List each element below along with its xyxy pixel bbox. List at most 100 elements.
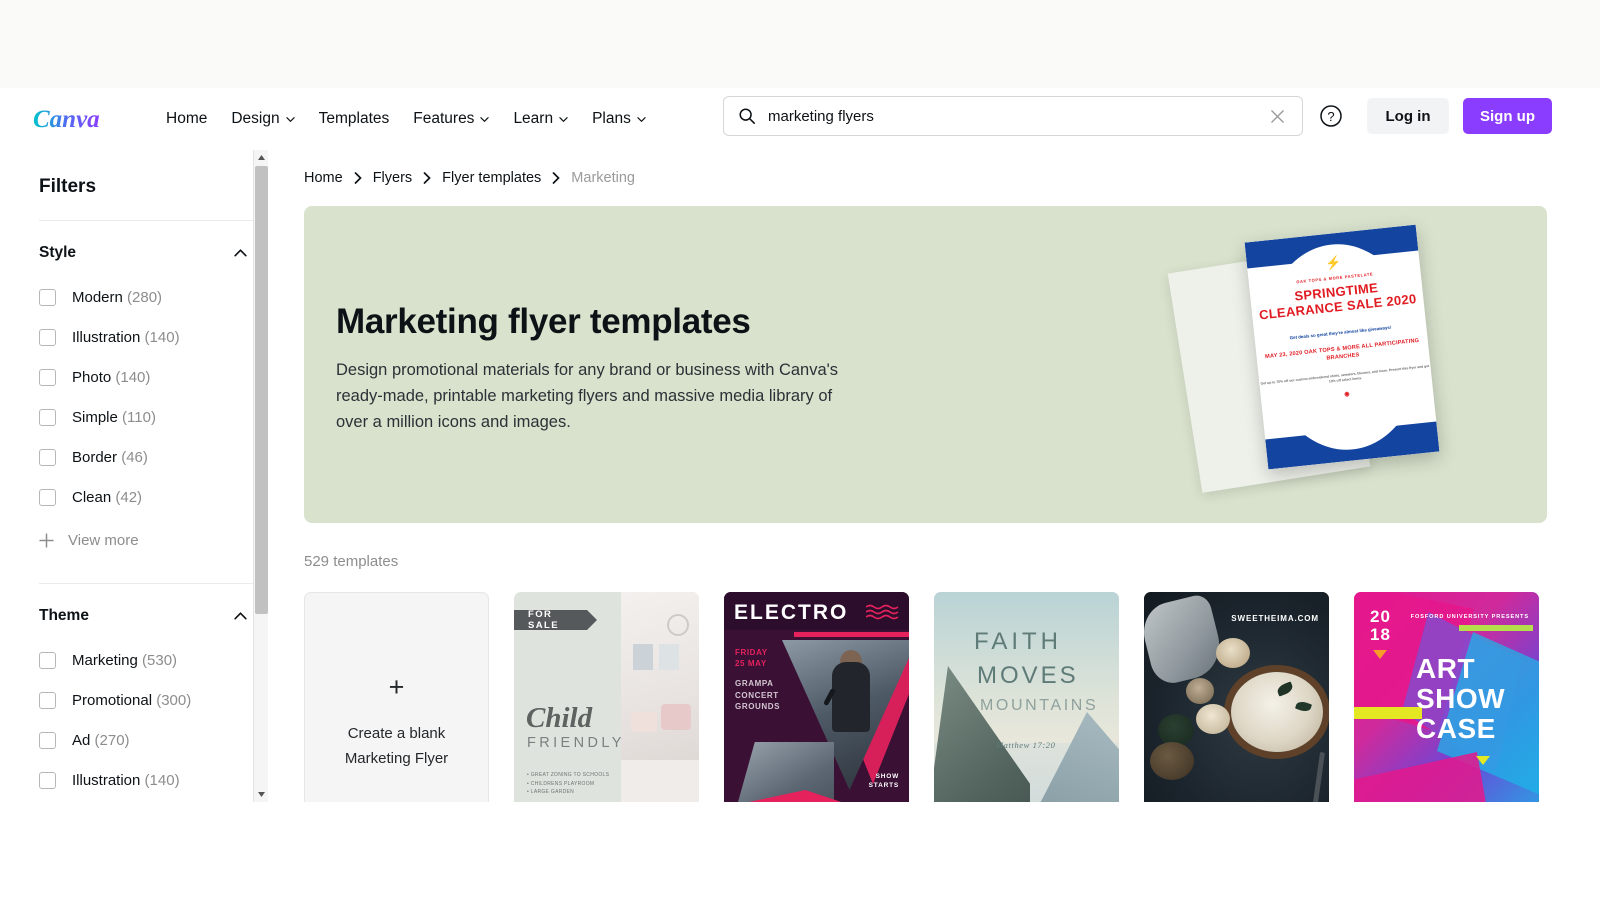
filter-name: Modern bbox=[72, 288, 123, 306]
card-title-line3: MOUNTAINS bbox=[980, 697, 1099, 714]
triangle-icon bbox=[1476, 756, 1490, 765]
checkbox[interactable] bbox=[39, 448, 56, 466]
filter-label: Promotional (300) bbox=[72, 692, 191, 709]
plus-icon bbox=[39, 532, 54, 548]
scroll-down-arrow-icon[interactable] bbox=[254, 787, 269, 802]
checkbox[interactable] bbox=[39, 771, 56, 789]
hero-description: Design promotional materials for any bra… bbox=[336, 361, 839, 431]
clear-search-icon[interactable] bbox=[1264, 103, 1290, 129]
accent-bar bbox=[1459, 625, 1533, 631]
nav-item-learn[interactable]: Learn bbox=[501, 102, 580, 136]
page-title: Marketing flyer templates bbox=[336, 302, 751, 341]
canva-logo[interactable]: Canva bbox=[33, 104, 121, 134]
filter-checkbox-photo-theme[interactable]: Photo (140) bbox=[39, 800, 253, 802]
nav-label: Templates bbox=[318, 110, 390, 127]
filter-checkbox-clean[interactable]: Clean (42) bbox=[39, 477, 253, 517]
chevron-up-icon bbox=[233, 609, 248, 624]
filter-checkbox-marketing[interactable]: Marketing (530) bbox=[39, 640, 253, 680]
checkbox[interactable] bbox=[39, 731, 56, 749]
filter-label: Illustration (140) bbox=[72, 329, 180, 346]
filter-checkbox-illustration-theme[interactable]: Illustration (140) bbox=[39, 760, 253, 800]
checkbox[interactable] bbox=[39, 288, 56, 306]
template-card-faith[interactable]: FAITH MOVES MOUNTAINS Matthew 17:20 bbox=[934, 592, 1119, 802]
card-website: SWEETHEIMA.COM bbox=[1231, 614, 1319, 623]
filter-checkbox-modern[interactable]: Modern (280) bbox=[39, 277, 253, 317]
filter-checkbox-photo[interactable]: Photo (140) bbox=[39, 357, 253, 397]
nav-label: Home bbox=[166, 110, 208, 127]
checkbox[interactable] bbox=[39, 651, 56, 669]
breadcrumb-item-flyer-templates[interactable]: Flyer templates bbox=[442, 170, 541, 186]
chevron-right-icon bbox=[423, 172, 431, 184]
signup-button[interactable]: Sign up bbox=[1463, 98, 1552, 134]
template-card-sweetheima[interactable]: SWEETHEIMA.COM HAPPINESS IS bbox=[1144, 592, 1329, 802]
decor-shape bbox=[1196, 704, 1230, 734]
filter-checkbox-border[interactable]: Border (46) bbox=[39, 437, 253, 477]
scroll-up-arrow-icon[interactable] bbox=[254, 150, 269, 165]
filter-checkbox-ad[interactable]: Ad (270) bbox=[39, 720, 253, 760]
nav-item-home[interactable]: Home bbox=[154, 102, 219, 136]
decor-shape bbox=[1216, 638, 1250, 668]
checkbox[interactable] bbox=[39, 408, 56, 426]
chevron-down-icon bbox=[559, 115, 568, 124]
decor-shape bbox=[621, 760, 699, 802]
chevron-down-icon bbox=[285, 115, 295, 124]
breadcrumb-item-home[interactable]: Home bbox=[304, 170, 343, 186]
filter-count: (140) bbox=[144, 328, 180, 346]
checkbox[interactable] bbox=[39, 328, 56, 346]
template-card-electro[interactable]: ELECTRO FRIDAY 25 MAY GRAMPA CONCERT GRO… bbox=[724, 592, 909, 802]
nav-item-design[interactable]: Design bbox=[219, 102, 306, 136]
help-icon[interactable]: ? bbox=[1318, 103, 1344, 129]
checkbox[interactable] bbox=[39, 691, 56, 709]
hero-flyer-mockup: ⚡ OAK TOPS & MORE PASTELATE SPRINGTIME C… bbox=[1167, 221, 1474, 511]
nav-item-features[interactable]: Features bbox=[401, 102, 501, 136]
decor-shape bbox=[631, 712, 657, 732]
main-content: Home Flyers Flyer templates Marketing Ma… bbox=[269, 150, 1600, 802]
breadcrumb-item-marketing: Marketing bbox=[571, 170, 635, 186]
decor-shape bbox=[1186, 678, 1214, 704]
decor-shape bbox=[667, 614, 689, 636]
sidebar-scrollbar[interactable] bbox=[253, 150, 268, 802]
decor-shape bbox=[1231, 672, 1323, 752]
filter-count: (300) bbox=[156, 691, 192, 709]
filter-count: (140) bbox=[144, 771, 180, 789]
filter-group-title: Theme bbox=[39, 607, 89, 624]
login-button[interactable]: Log in bbox=[1367, 98, 1449, 134]
filter-group-theme-header[interactable]: Theme bbox=[39, 592, 253, 640]
filter-group-style: Style Modern (280) Illustration (140) Ph… bbox=[0, 229, 253, 561]
browser-chrome-strip bbox=[0, 0, 1600, 88]
accent-bar bbox=[794, 632, 909, 637]
decor-shape bbox=[832, 662, 870, 732]
nav-item-templates[interactable]: Templates bbox=[307, 102, 402, 136]
accent-bar bbox=[1354, 707, 1422, 719]
filter-name: Ad bbox=[72, 731, 91, 749]
filter-checkbox-promotional[interactable]: Promotional (300) bbox=[39, 680, 253, 720]
chevron-down-icon bbox=[637, 115, 646, 124]
triangle-icon bbox=[1373, 650, 1387, 659]
breadcrumb-item-flyers[interactable]: Flyers bbox=[373, 170, 412, 186]
filter-count: (140) bbox=[115, 368, 151, 386]
scrollbar-thumb[interactable] bbox=[255, 166, 268, 614]
filter-name: Clean bbox=[72, 488, 112, 506]
search-input[interactable] bbox=[768, 107, 1264, 125]
create-blank-card[interactable]: + Create a blank Marketing Flyer bbox=[304, 592, 489, 802]
template-card-child-friendly[interactable]: FOR SALE Child FRIENDLY • GREAT ZONING T… bbox=[514, 592, 699, 802]
card-subtitle: FRIENDLY bbox=[527, 735, 625, 751]
filter-label: Ad (270) bbox=[72, 732, 130, 749]
filter-checkbox-illustration[interactable]: Illustration (140) bbox=[39, 317, 253, 357]
checkbox[interactable] bbox=[39, 488, 56, 506]
template-card-art-showcase[interactable]: 20 18 FOSFORD UNIVERSITY PRESENTS ART SH… bbox=[1354, 592, 1539, 802]
view-more-style-button[interactable]: View more bbox=[39, 519, 253, 561]
filters-title: Filters bbox=[39, 176, 97, 197]
nav-item-plans[interactable]: Plans bbox=[580, 102, 658, 136]
filter-name: Illustration bbox=[72, 771, 141, 789]
checkbox[interactable] bbox=[39, 368, 56, 386]
filter-count: (46) bbox=[121, 448, 148, 466]
decor-shape bbox=[659, 644, 679, 670]
view-more-label: View more bbox=[68, 531, 139, 549]
filter-label: Clean (42) bbox=[72, 489, 142, 506]
filter-group-style-header[interactable]: Style bbox=[39, 229, 253, 277]
chevron-up-icon bbox=[233, 246, 248, 261]
filter-checkbox-simple[interactable]: Simple (110) bbox=[39, 397, 253, 437]
filter-count: (42) bbox=[115, 488, 143, 506]
templates-grid: + Create a blank Marketing Flyer FOR SAL… bbox=[304, 592, 1600, 802]
